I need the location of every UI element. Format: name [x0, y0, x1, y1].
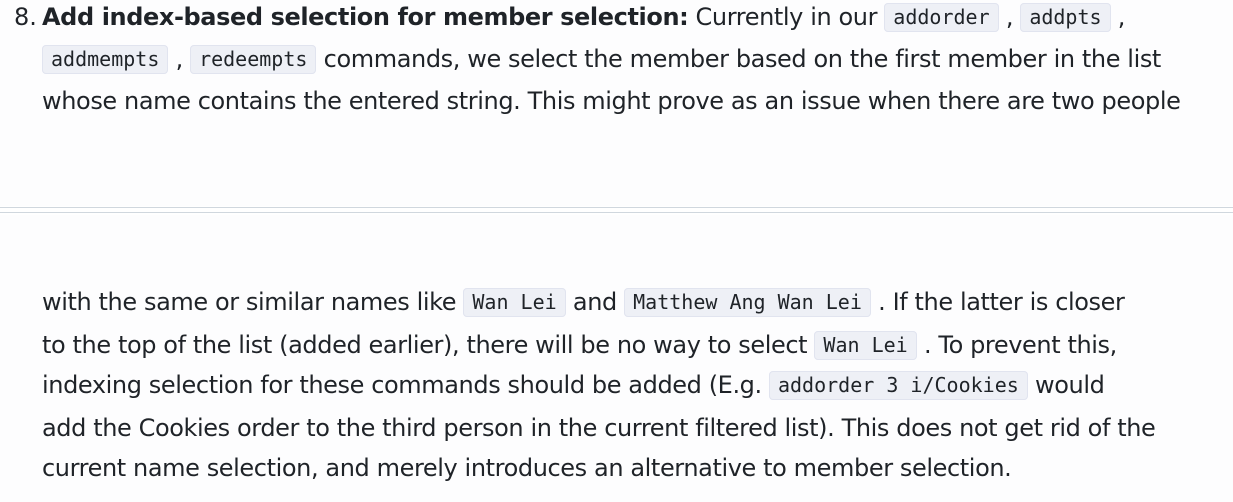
- text-span: . If the latter is closer: [870, 288, 1125, 316]
- page-top-section: 8. Add index-based selection for member …: [0, 0, 1233, 206]
- text-span: would: [1027, 371, 1105, 399]
- text-span: indexing selection for these commands sh…: [42, 371, 769, 399]
- inline-code-redeempts: redeempts: [190, 45, 317, 74]
- inline-code-addpts: addpts: [1020, 3, 1111, 32]
- text-line-7: add the Cookies order to the third perso…: [42, 414, 1156, 442]
- text-span: Currently in our: [688, 3, 885, 31]
- inline-code-matthew-ang-wan-lei: Matthew Ang Wan Lei: [624, 288, 871, 317]
- text-span: ,: [168, 45, 191, 73]
- page-bottom-section: with the same or similar names like Wan …: [0, 215, 1233, 502]
- inline-code-addmempts: addmempts: [42, 45, 169, 74]
- text-line-6: indexing selection for these commands sh…: [42, 368, 1215, 403]
- inline-code-wan-lei: Wan Lei: [814, 331, 917, 360]
- text-span: ,: [1110, 3, 1126, 31]
- text-span: commands, we select the member based on …: [316, 45, 1162, 73]
- inline-code-addorder: addorder: [884, 3, 999, 32]
- list-item-number: 8.: [14, 3, 37, 31]
- text-line-1: Add index-based selection for member sel…: [42, 0, 1215, 35]
- text-line-2: addmempts , redeempts commands, we selec…: [42, 42, 1215, 77]
- page-break-divider-bottom: [0, 212, 1233, 213]
- text-line-4: with the same or similar names like Wan …: [42, 285, 1215, 320]
- text-line-3: whose name contains the entered string. …: [42, 87, 1181, 115]
- inline-code-wan-lei: Wan Lei: [463, 288, 566, 317]
- text-line-8: current name selection, and merely intro…: [42, 454, 1012, 482]
- item-heading: Add index-based selection for member sel…: [42, 3, 689, 31]
- text-line-5: to the top of the list (added earlier), …: [42, 328, 1215, 363]
- text-span: to the top of the list (added earlier), …: [42, 331, 815, 359]
- page-break-divider-top: [0, 207, 1233, 208]
- text-span: ,: [998, 3, 1021, 31]
- text-span: with the same or similar names like: [42, 288, 464, 316]
- inline-code-addorder-example: addorder 3 i/Cookies: [768, 371, 1028, 400]
- text-span: . To prevent this,: [916, 331, 1117, 359]
- text-span: and: [565, 288, 625, 316]
